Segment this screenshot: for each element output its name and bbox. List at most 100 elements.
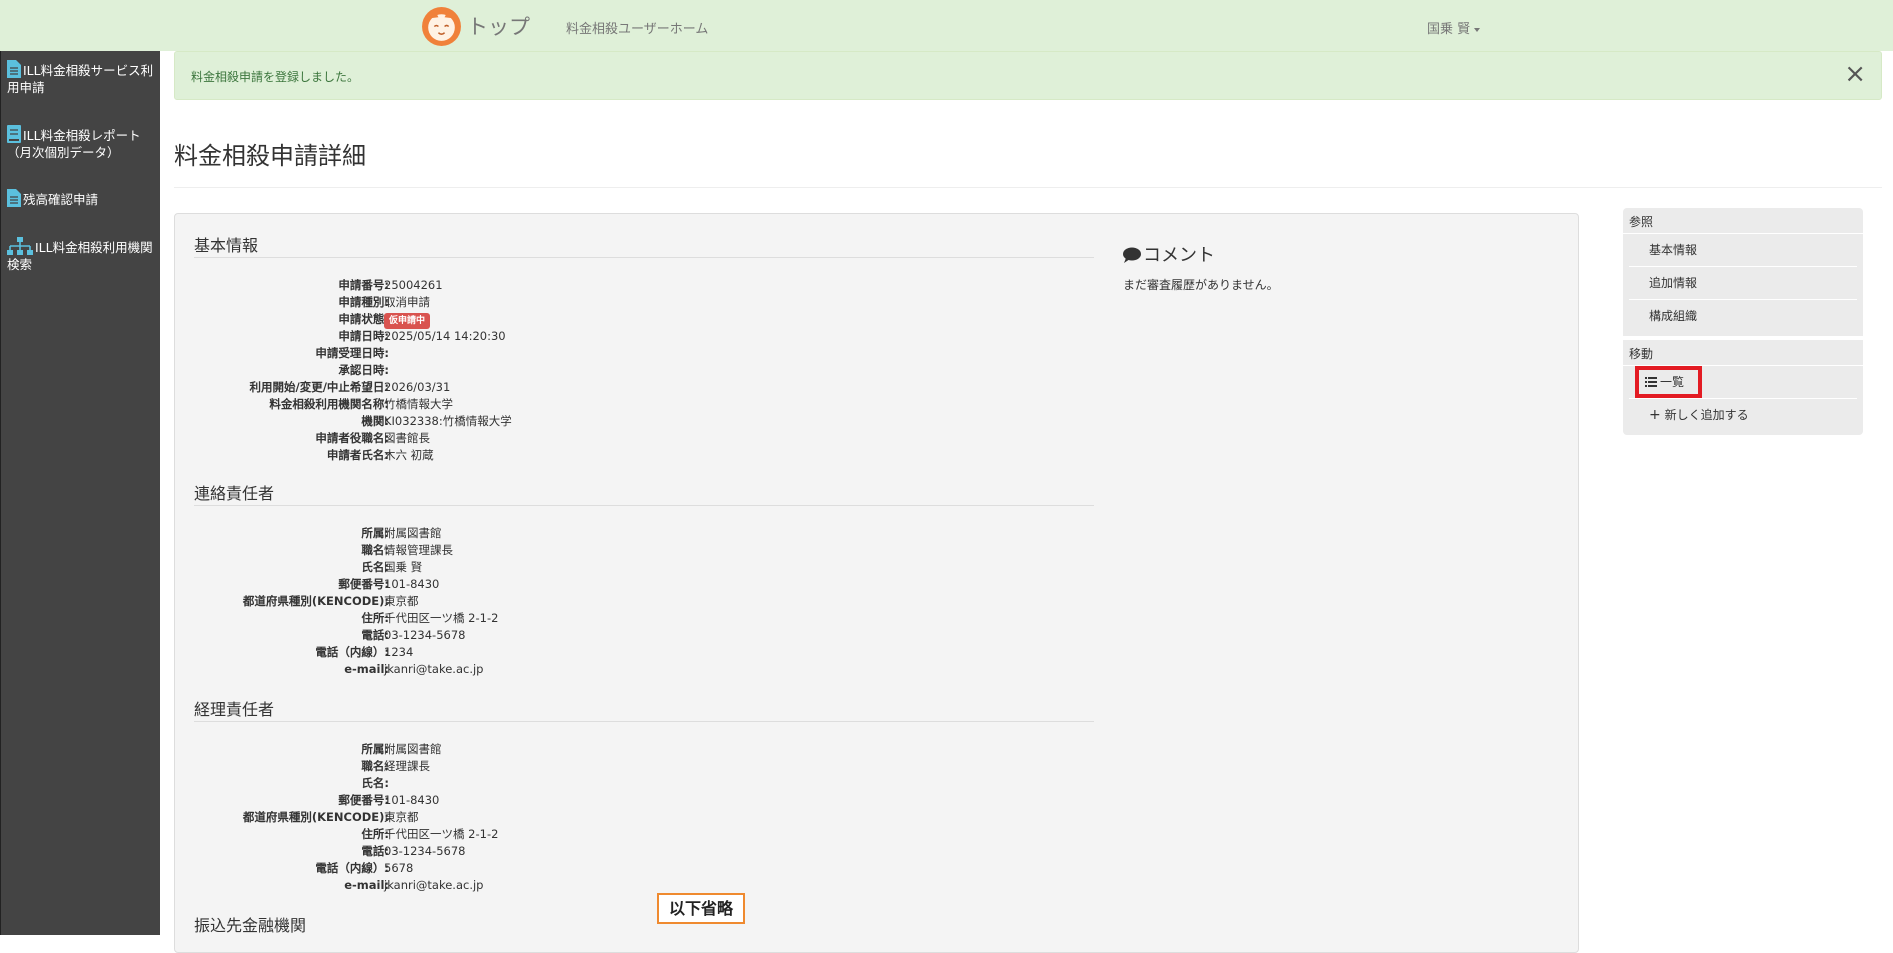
nav-link-basic-info[interactable]: 基本情報 [1629, 234, 1857, 267]
field-value: 経理課長 [384, 759, 430, 773]
document-icon [7, 189, 21, 207]
field-row: 電話: 03-1234-5678 [175, 627, 875, 644]
page-title: 料金相殺申請詳細 [174, 142, 366, 170]
field-value: 千代田区一ツ橋 2-1-2 [384, 611, 499, 625]
divider [194, 257, 1094, 258]
nav-user-home[interactable]: 料金相殺ユーザーホーム [566, 18, 708, 37]
field-label: 都道府県種別(KENCODE): [242, 810, 389, 824]
field-label: 申請状態: [338, 312, 389, 326]
field-value: 5678 [384, 861, 414, 875]
field-value: 1234 [384, 645, 414, 659]
field-label: 申請者氏名: [326, 448, 389, 462]
brand-title[interactable]: トップ [467, 11, 530, 41]
success-alert: 料金相殺申請を登録しました。 × [174, 51, 1882, 100]
field-row: 申請者役職名: 図書館長 [175, 430, 875, 447]
field-label: 郵便番号: [338, 793, 389, 807]
field-value: 附属図書館 [384, 742, 442, 756]
field-row: 機関: KI032338:竹橋情報大学 [175, 413, 875, 430]
field-value: 情報管理課長 [384, 543, 453, 557]
section-title-contact: 連絡責任者 [194, 484, 275, 503]
contact-info-list: 所属: 附属図書館 職名: 情報管理課長 氏名: 国乗 賢 郵便番号: 101-8430… [175, 525, 875, 678]
field-label: e-mail: [344, 662, 389, 676]
field-row: 申請受理日時: [175, 345, 875, 362]
field-value: 25004261 [384, 278, 443, 292]
nav-group-reference: 参照 基本情報 追加情報 構成組織 [1623, 208, 1863, 336]
field-value: 東京都 [384, 594, 419, 608]
cat-logo-icon[interactable] [421, 6, 462, 47]
field-label: 都道府県種別(KENCODE): [242, 594, 389, 608]
field-value: jkanri@take.ac.jp [384, 878, 484, 892]
top-navbar: トップ 料金相殺ユーザーホーム 国乗 賢 [0, 0, 1893, 51]
list-link-highlight[interactable]: 一覧 [1635, 366, 1703, 398]
field-label: 電話（内線）: [315, 861, 389, 875]
field-label: 料金相殺利用機関名称: [269, 397, 389, 411]
nav-link-add-label: 新しく追加する [1664, 408, 1749, 422]
field-row: 郵便番号: 101-8430 [175, 576, 875, 593]
field-label: 申請受理日時: [315, 346, 389, 360]
field-value: 取消申請 [384, 295, 430, 309]
field-row: 申請日時: 2025/05/14 14:20:30 [175, 328, 875, 345]
field-label: 申請者役職名: [315, 431, 389, 445]
field-row: e-mail: jkanri@take.ac.jp [175, 877, 875, 894]
section-title-bank: 振込先金融機関 [194, 916, 307, 935]
section-title-basic: 基本情報 [194, 236, 259, 255]
nav-link-add-new[interactable]: + 新しく追加する [1629, 399, 1857, 431]
field-row: 申請種別: 取消申請 [175, 294, 875, 311]
alert-message: 料金相殺申請を登録しました。 [191, 70, 360, 84]
close-icon[interactable]: × [1844, 61, 1866, 87]
field-row: 申請状態: 仮申請中 [175, 311, 875, 329]
nav-link-list[interactable]: 一覧 [1629, 366, 1857, 399]
user-name: 国乗 賢 [1427, 22, 1471, 37]
field-row: 所属: 附属図書館 [175, 525, 875, 542]
nav-link-additional-info[interactable]: 追加情報 [1629, 267, 1857, 300]
comment-title: コメント [1143, 245, 1215, 266]
list-icon [1645, 377, 1657, 387]
sidebar-item-service-application[interactable]: ILL料金相殺サービス利用申請 [7, 60, 157, 96]
sidebar-item-balance[interactable]: 残高確認申請 [7, 189, 157, 208]
caret-down-icon [1474, 27, 1481, 32]
field-label: 申請日時: [338, 329, 389, 343]
sidebar-item-report[interactable]: ILL料金相殺レポート（月次個別データ） [7, 125, 157, 161]
field-row: 電話（内線）: 1234 [175, 644, 875, 661]
field-label: 電話（内線）: [315, 645, 389, 659]
sidebar-item-institution-search[interactable]: ILL料金相殺利用機関検索 [7, 237, 157, 273]
field-label: 申請番号: [338, 278, 389, 292]
field-row: 申請者氏名: 木六 初蔵 [175, 447, 875, 464]
side-navigation: 参照 基本情報 追加情報 構成組織 移動 一覧 + 新しく追加する [1623, 208, 1863, 435]
field-row: 電話（内線）: 5678 [175, 860, 875, 877]
nav-heading-move: 移動 [1623, 343, 1863, 366]
report-icon [7, 125, 21, 143]
field-value: 木六 初蔵 [384, 448, 434, 462]
field-label: 郵便番号: [338, 577, 389, 591]
field-row: 都道府県種別(KENCODE): 東京都 [175, 593, 875, 610]
field-value: 101-8430 [384, 793, 440, 807]
field-value: 附属図書館 [384, 526, 442, 540]
field-value: 2026/03/31 [384, 380, 451, 394]
field-value: 2025/05/14 14:20:30 [384, 329, 506, 343]
section-title-accounting: 経理責任者 [194, 700, 275, 719]
omitted-note: 以下省略 [657, 893, 745, 924]
field-row: 住所: 千代田区一ツ橋 2-1-2 [175, 826, 875, 843]
field-row: e-mail: jkanri@take.ac.jp [175, 661, 875, 678]
field-value: 03-1234-5678 [384, 628, 466, 642]
field-row: 都道府県種別(KENCODE): 東京都 [175, 809, 875, 826]
field-row: 利用開始/変更/中止希望日: 2026/03/31 [175, 379, 875, 396]
field-value: 国乗 賢 [384, 560, 423, 574]
nav-link-organizations[interactable]: 構成組織 [1629, 300, 1857, 332]
field-row: 氏名: [175, 775, 875, 792]
sidebar-item-label: ILL料金相殺サービス利用申請 [7, 63, 154, 95]
field-row: 氏名: 国乗 賢 [175, 559, 875, 576]
divider [194, 721, 1094, 722]
field-value: 千代田区一ツ橋 2-1-2 [384, 827, 499, 841]
field-label: e-mail: [344, 878, 389, 892]
field-row: 職名: 経理課長 [175, 758, 875, 775]
user-menu[interactable]: 国乗 賢 [1427, 18, 1481, 37]
field-value: 東京都 [384, 810, 419, 824]
field-label: 氏名: [361, 776, 389, 790]
field-row: 承認日時: [175, 362, 875, 379]
field-value: 03-1234-5678 [384, 844, 466, 858]
field-row: 申請番号: 25004261 [175, 277, 875, 294]
field-value: KI032338:竹橋情報大学 [384, 414, 512, 428]
comment-heading: コメント [1123, 241, 1215, 267]
field-row: 住所: 千代田区一ツ橋 2-1-2 [175, 610, 875, 627]
